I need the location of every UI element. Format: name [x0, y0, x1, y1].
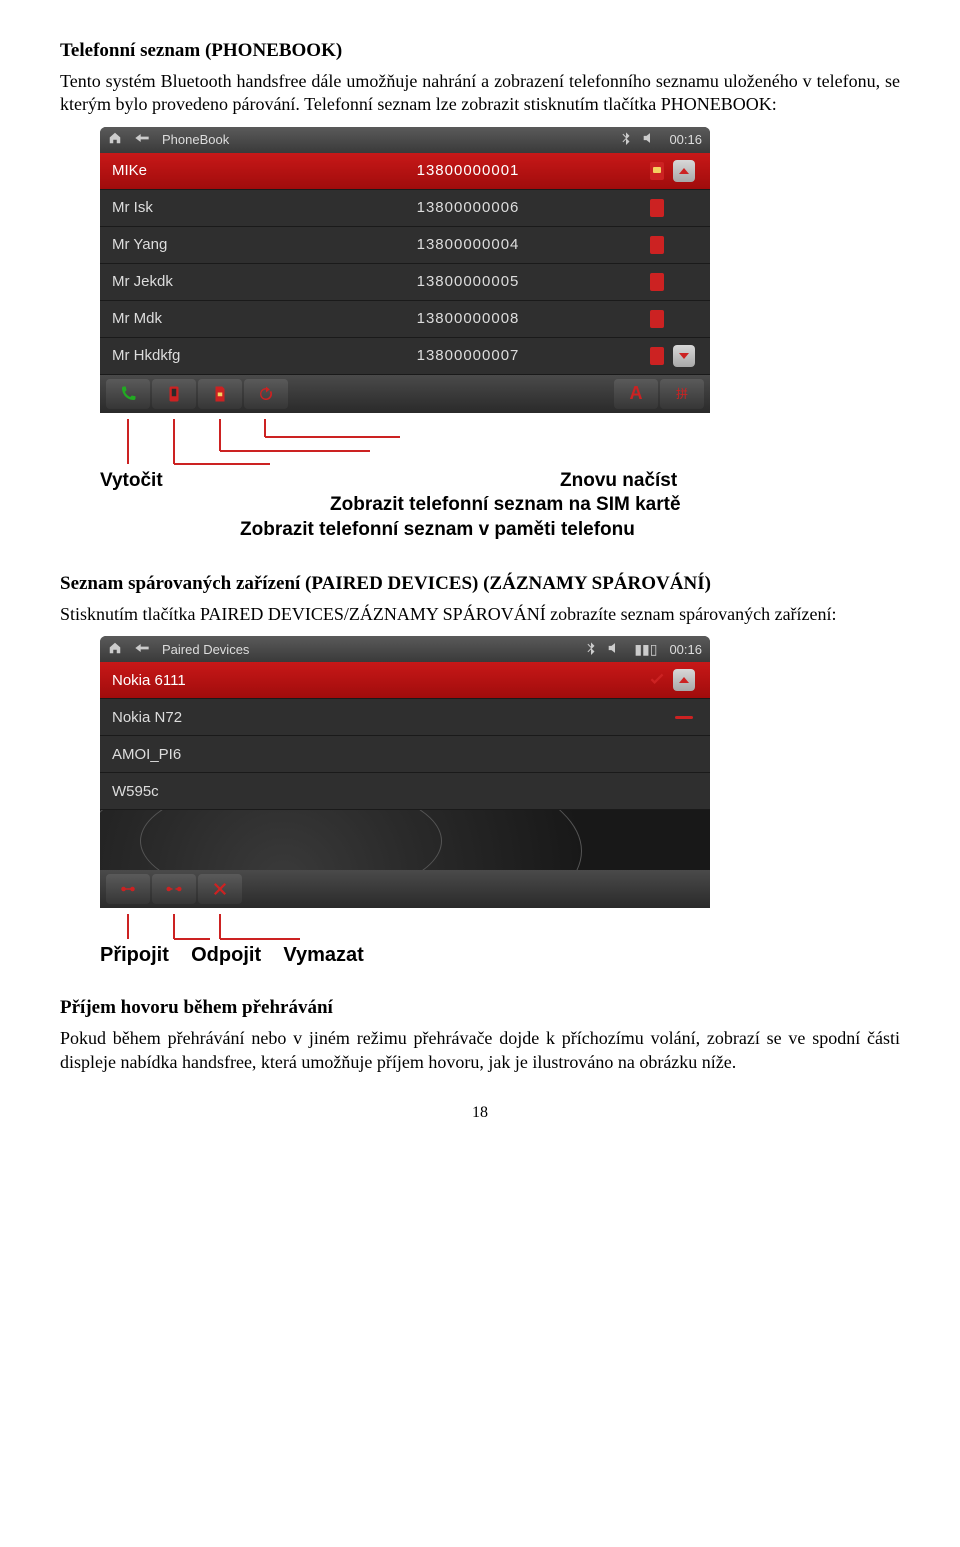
contact-row[interactable]: Mr Hkdkfg13800000007 [100, 338, 710, 375]
paired-title: Paired Devices [162, 642, 249, 657]
contact-name: Mr Yang [112, 236, 292, 253]
contact-name: Mr Hkdkfg [112, 347, 292, 364]
phonebook-device: PhoneBook 00:16 MIKe13800000001Mr Isk138… [100, 127, 710, 413]
home-icon[interactable] [108, 131, 122, 148]
callout-dial: Vytočit [100, 469, 160, 494]
paired-statusbar: Paired Devices ▮▮▯ 00:16 [100, 636, 710, 662]
paired-name: W595c [112, 783, 644, 800]
callout-sim: Zobrazit telefonní seznam na SIM kartě [100, 493, 900, 518]
phonebook-statusbar: PhoneBook 00:16 [100, 127, 710, 153]
paired-row[interactable]: W595c [100, 773, 710, 810]
phonebook-title: PhoneBook [162, 132, 229, 147]
contact-row[interactable]: Mr Yang13800000004 [100, 227, 710, 264]
paired-leaders [100, 914, 710, 944]
back-icon[interactable] [134, 132, 150, 147]
contact-number: 13800000001 [292, 162, 644, 179]
contact-name: Mr Mdk [112, 310, 292, 327]
contact-row[interactable]: Mr Jekdk13800000005 [100, 264, 710, 301]
contact-row[interactable]: Mr Isk13800000006 [100, 190, 710, 227]
storage-icon [644, 236, 670, 254]
connect-button[interactable] [106, 874, 150, 904]
phonebook-leaders [100, 419, 710, 469]
volume-icon [608, 642, 622, 657]
contact-name: Mr Isk [112, 199, 292, 216]
contact-number: 13800000007 [292, 347, 644, 364]
paired-name: Nokia 6111 [112, 672, 644, 689]
phonebook-clock: 00:16 [669, 132, 702, 147]
para-incoming: Pokud během přehrávání nebo v jiném reži… [60, 1027, 900, 1074]
para-phonebook: Tento systém Bluetooth handsfree dále um… [60, 70, 900, 117]
paired-clock: 00:16 [669, 642, 702, 657]
bluetooth-icon [586, 641, 596, 658]
callout-phone-memory: Zobrazit telefonní seznam v paměti telef… [100, 518, 900, 543]
storage-icon [644, 162, 670, 180]
bluetooth-icon [621, 131, 631, 148]
scroll-up-icon[interactable] [670, 160, 698, 182]
paired-row[interactable]: Nokia 6111 [100, 662, 710, 699]
dial-button[interactable] [106, 379, 150, 409]
pinyin-button[interactable]: 拼 [660, 379, 704, 409]
phone-memory-button[interactable] [152, 379, 196, 409]
callout-connect: Připojit [100, 944, 169, 966]
contact-row[interactable]: MIKe13800000001 [100, 153, 710, 190]
paired-background [100, 810, 710, 870]
signal-icon: ▮▮▯ [634, 641, 657, 658]
phonebook-toolbar: A 拼 [100, 375, 710, 413]
volume-icon [643, 132, 657, 147]
delete-button[interactable] [198, 874, 242, 904]
scroll-blank-icon[interactable] [670, 345, 698, 367]
back-icon[interactable] [134, 642, 150, 657]
scroll-up-icon[interactable] [670, 669, 698, 691]
page-number: 18 [60, 1104, 900, 1122]
para-paired: Stisknutím tlačítka PAIRED DEVICES/ZÁZNA… [60, 603, 900, 626]
heading-phonebook: Telefonní seznam (PHONEBOOK) [60, 40, 900, 62]
paired-row[interactable]: AMOI_PI6 [100, 736, 710, 773]
paired-row[interactable]: Nokia N72 [100, 699, 710, 736]
contact-name: MIKe [112, 162, 292, 179]
sim-memory-button[interactable] [198, 379, 242, 409]
callout-reload: Znovu načíst [560, 469, 900, 494]
scroll-drag-icon[interactable] [670, 716, 698, 719]
contact-row[interactable]: Mr Mdk13800000008 [100, 301, 710, 338]
contact-number: 13800000006 [292, 199, 644, 216]
contact-name: Mr Jekdk [112, 273, 292, 290]
heading-paired: Seznam spárovaných zařízení (PAIRED DEVI… [60, 573, 900, 595]
storage-icon [644, 347, 670, 365]
paired-name: AMOI_PI6 [112, 746, 644, 763]
callout-disconnect: Odpojit [191, 944, 261, 966]
storage-icon [644, 199, 670, 217]
heading-incoming: Příjem hovoru během přehrávání [60, 997, 900, 1019]
callout-delete: Vymazat [283, 944, 363, 966]
storage-icon [644, 310, 670, 328]
reload-button[interactable] [244, 379, 288, 409]
home-icon[interactable] [108, 641, 122, 658]
paired-toolbar [100, 870, 710, 908]
disconnect-button[interactable] [152, 874, 196, 904]
contact-number: 13800000004 [292, 236, 644, 253]
storage-icon [644, 273, 670, 291]
phonebook-callouts: Vytočit Znovu načíst Zobrazit telefonní … [100, 469, 900, 543]
contact-number: 13800000008 [292, 310, 644, 327]
paired-device: Paired Devices ▮▮▯ 00:16 Nokia 6111 Nokia… [100, 636, 710, 908]
paired-name: Nokia N72 [112, 709, 644, 726]
check-icon [644, 673, 670, 687]
contact-number: 13800000005 [292, 273, 644, 290]
paired-callouts: Připojit Odpojit Vymazat [100, 944, 900, 967]
letter-a-button[interactable]: A [614, 379, 658, 409]
